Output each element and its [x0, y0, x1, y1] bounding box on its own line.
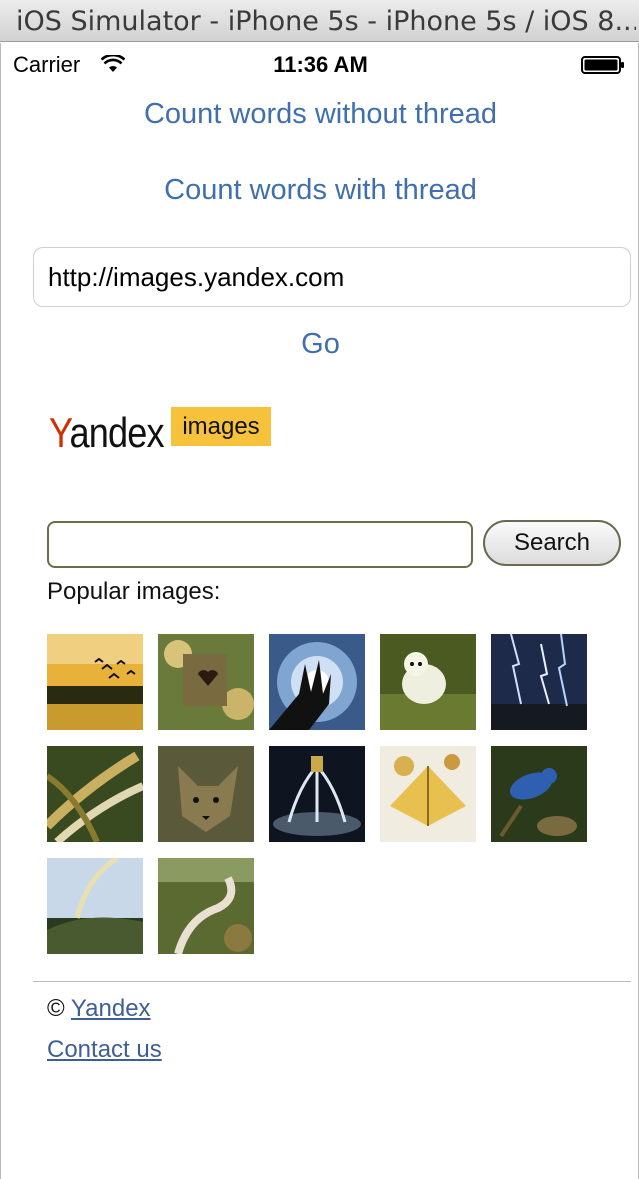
thumbnail-white-dog[interactable]	[380, 634, 476, 730]
status-time: 11:36 AM	[273, 52, 368, 77]
popular-images-label: Popular images:	[47, 578, 221, 605]
window-title: iOS Simulator - iPhone 5s - iPhone 5s / …	[16, 6, 636, 37]
thumbnail-hand-spiral[interactable]	[269, 634, 365, 730]
count-words-with-thread-button[interactable]: Count words with thread	[1, 174, 639, 207]
thumbnail-cake[interactable]	[380, 746, 476, 842]
thumbnail-fox[interactable]	[158, 746, 254, 842]
thumbnail-birdhouse-heart[interactable]	[158, 634, 254, 730]
footer-divider	[33, 981, 631, 982]
battery-icon	[581, 56, 624, 74]
search-input[interactable]	[47, 521, 473, 568]
thumbnail-fountain-night[interactable]	[269, 746, 365, 842]
count-words-without-thread-button[interactable]: Count words without thread	[1, 98, 639, 131]
copyright-symbol: ©	[47, 995, 65, 1022]
images-badge: images	[171, 407, 271, 446]
thumbnail-blue-bird[interactable]	[491, 746, 587, 842]
go-button[interactable]: Go	[1, 328, 639, 361]
copyright: © Yandex	[47, 995, 151, 1023]
yandex-link[interactable]: Yandex	[71, 995, 151, 1022]
simulator-titlebar: iOS Simulator - iPhone 5s - iPhone 5s / …	[0, 0, 639, 42]
thumbnail-river-valley[interactable]	[158, 858, 254, 954]
thumbnail-leaves[interactable]	[47, 746, 143, 842]
thumbnail-sky-rainbow[interactable]	[47, 858, 143, 954]
yandex-logo-word: Yandex	[49, 409, 165, 456]
thumbnail-lightning[interactable]	[491, 634, 587, 730]
url-input[interactable]: http://images.yandex.com	[33, 247, 631, 307]
thumbnail-birds-sunset[interactable]	[47, 634, 143, 730]
status-bar: Carrier 11:36 AM	[1, 43, 639, 85]
contact-us-link[interactable]: Contact us	[47, 1036, 162, 1064]
search-button[interactable]: Search	[483, 520, 621, 566]
phone-screen: Carrier 11:36 AM Count words without thr…	[0, 43, 639, 1179]
